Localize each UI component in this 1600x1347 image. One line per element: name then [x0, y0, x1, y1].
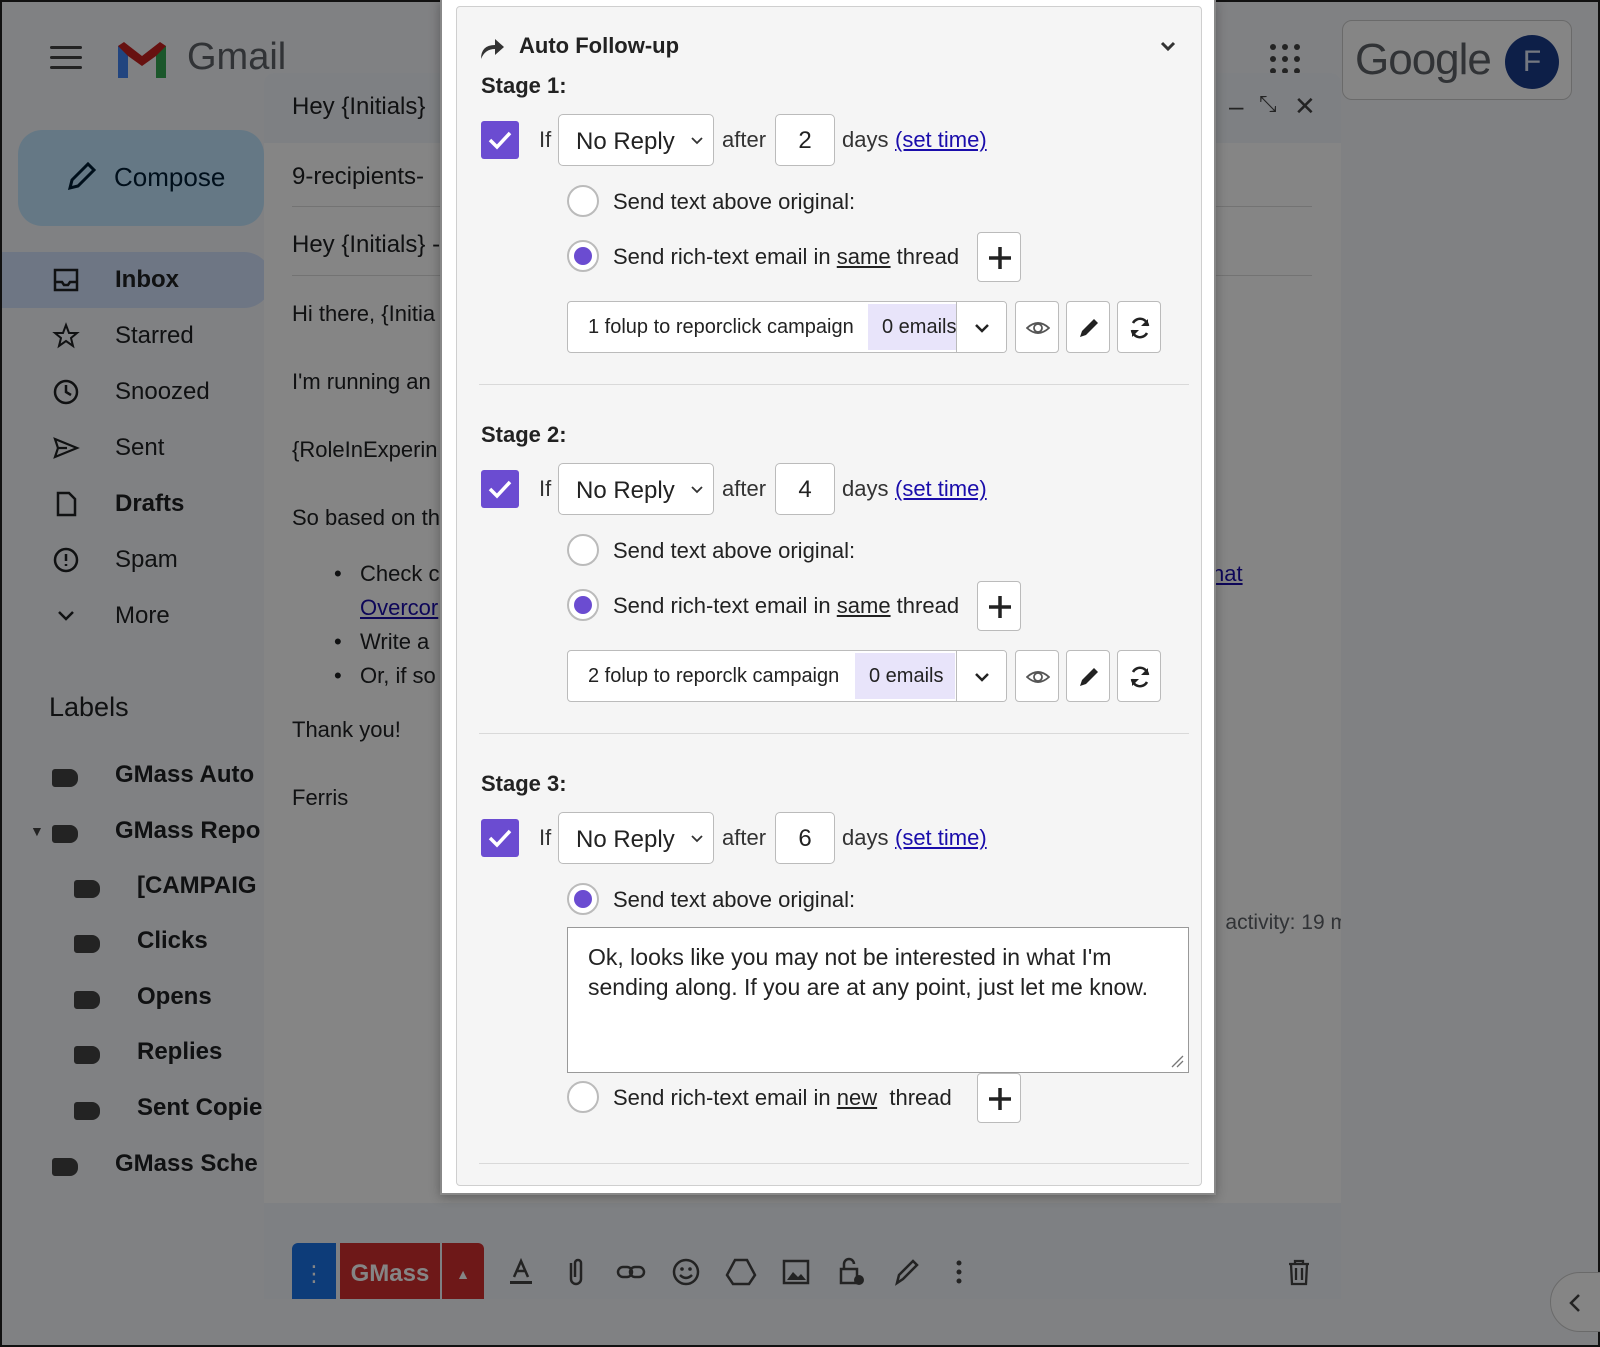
add-campaign-button[interactable]	[977, 232, 1021, 282]
campaign-select[interactable]: 2 folup to reporclk campaign 0 emails	[567, 650, 1007, 702]
chevron-down-icon	[975, 324, 989, 333]
eye-icon	[1026, 322, 1050, 334]
if-label: If	[539, 825, 552, 850]
set-time-link[interactable]: (set time)	[895, 825, 987, 851]
if-label: If	[539, 476, 552, 501]
followup-message-text: Ok, looks like you may not be interested…	[588, 944, 1149, 1000]
days-label: days	[842, 825, 889, 850]
send-new-thread-radio[interactable]	[567, 1081, 599, 1113]
send-above-original-radio[interactable]	[567, 883, 599, 915]
campaign-name: 1 folup to reporclick campaign	[588, 316, 854, 338]
condition-value: No Reply	[576, 477, 675, 504]
plus-icon	[989, 247, 1011, 269]
email-count-badge: 0 emails	[868, 304, 969, 350]
send-above-original-label: Send text above original:	[613, 189, 856, 214]
send-thread-label: Send rich-text email in same thread	[613, 593, 960, 618]
condition-value: No Reply	[576, 826, 675, 853]
if-label: If	[539, 127, 552, 152]
add-campaign-button[interactable]	[977, 1073, 1021, 1123]
pencil-icon	[1080, 319, 1098, 337]
chevron-down-icon	[691, 486, 703, 494]
plus-icon	[989, 1088, 1011, 1110]
panel-title: Auto Follow-up	[519, 33, 680, 58]
days-input[interactable]: 4	[775, 463, 835, 515]
days-input[interactable]: 2	[775, 114, 835, 166]
edit-button[interactable]	[1066, 301, 1110, 353]
days-input[interactable]: 6	[775, 812, 835, 864]
refresh-button[interactable]	[1117, 650, 1161, 702]
add-campaign-button[interactable]	[977, 581, 1021, 631]
eye-icon	[1026, 671, 1050, 683]
chevron-down-icon	[975, 673, 989, 682]
after-label: after	[722, 476, 767, 501]
resize-grip-icon[interactable]	[1170, 1054, 1184, 1068]
chevron-down-icon	[691, 137, 703, 145]
send-thread-label: Send rich-text email in new thread	[613, 1085, 952, 1110]
days-label: days	[842, 476, 889, 501]
forward-arrow-icon	[481, 39, 504, 59]
pencil-icon	[1080, 668, 1098, 686]
campaign-name: 2 folup to reporclk campaign	[588, 665, 840, 687]
send-above-original-label: Send text above original:	[613, 887, 856, 912]
after-label: after	[722, 825, 767, 850]
after-label: after	[722, 127, 767, 152]
send-same-thread-radio[interactable]	[567, 240, 599, 272]
check-icon	[488, 480, 512, 499]
condition-select[interactable]: No Reply	[558, 114, 714, 166]
check-icon	[488, 829, 512, 848]
check-icon	[488, 131, 512, 150]
send-above-original-radio[interactable]	[567, 185, 599, 217]
stage-divider	[479, 1163, 1189, 1164]
stage-title: Stage 2:	[481, 422, 567, 447]
days-label: days	[842, 127, 889, 152]
edit-button[interactable]	[1066, 650, 1110, 702]
condition-select[interactable]: No Reply	[558, 812, 714, 864]
refresh-icon	[1130, 666, 1150, 688]
campaign-dropdown[interactable]	[956, 651, 1006, 701]
refresh-icon	[1130, 317, 1150, 339]
auto-followup-panel: Auto Follow-up Stage 1: If No Reply afte…	[440, 0, 1216, 1195]
set-time-link[interactable]: (set time)	[895, 476, 987, 502]
email-count-badge: 0 emails	[855, 653, 956, 699]
auto-followup-inner: Auto Follow-up Stage 1: If No Reply afte…	[456, 6, 1202, 1186]
send-same-thread-radio[interactable]	[567, 589, 599, 621]
preview-button[interactable]	[1015, 650, 1059, 702]
refresh-button[interactable]	[1117, 301, 1161, 353]
send-thread-label: Send rich-text email in same thread	[613, 244, 960, 269]
campaign-dropdown[interactable]	[956, 302, 1006, 352]
send-above-original-label: Send text above original:	[613, 538, 856, 563]
set-time-link[interactable]: (set time)	[895, 127, 987, 153]
send-above-original-radio[interactable]	[567, 534, 599, 566]
stage-divider	[479, 733, 1189, 734]
chevron-down-icon[interactable]	[1157, 35, 1179, 57]
preview-button[interactable]	[1015, 301, 1059, 353]
stage-title: Stage 3:	[481, 771, 567, 796]
condition-select[interactable]: No Reply	[558, 463, 714, 515]
plus-icon	[989, 596, 1011, 618]
campaign-select[interactable]: 1 folup to reporclick campaign 0 emails	[567, 301, 1007, 353]
condition-value: No Reply	[576, 128, 675, 155]
stage-enabled-checkbox[interactable]	[481, 470, 519, 508]
chevron-down-icon	[691, 835, 703, 843]
stage-enabled-checkbox[interactable]	[481, 121, 519, 159]
stage-enabled-checkbox[interactable]	[481, 819, 519, 857]
followup-message-textarea[interactable]: Ok, looks like you may not be interested…	[567, 927, 1189, 1073]
stage-divider	[479, 384, 1189, 385]
stage-title: Stage 1:	[481, 73, 567, 98]
